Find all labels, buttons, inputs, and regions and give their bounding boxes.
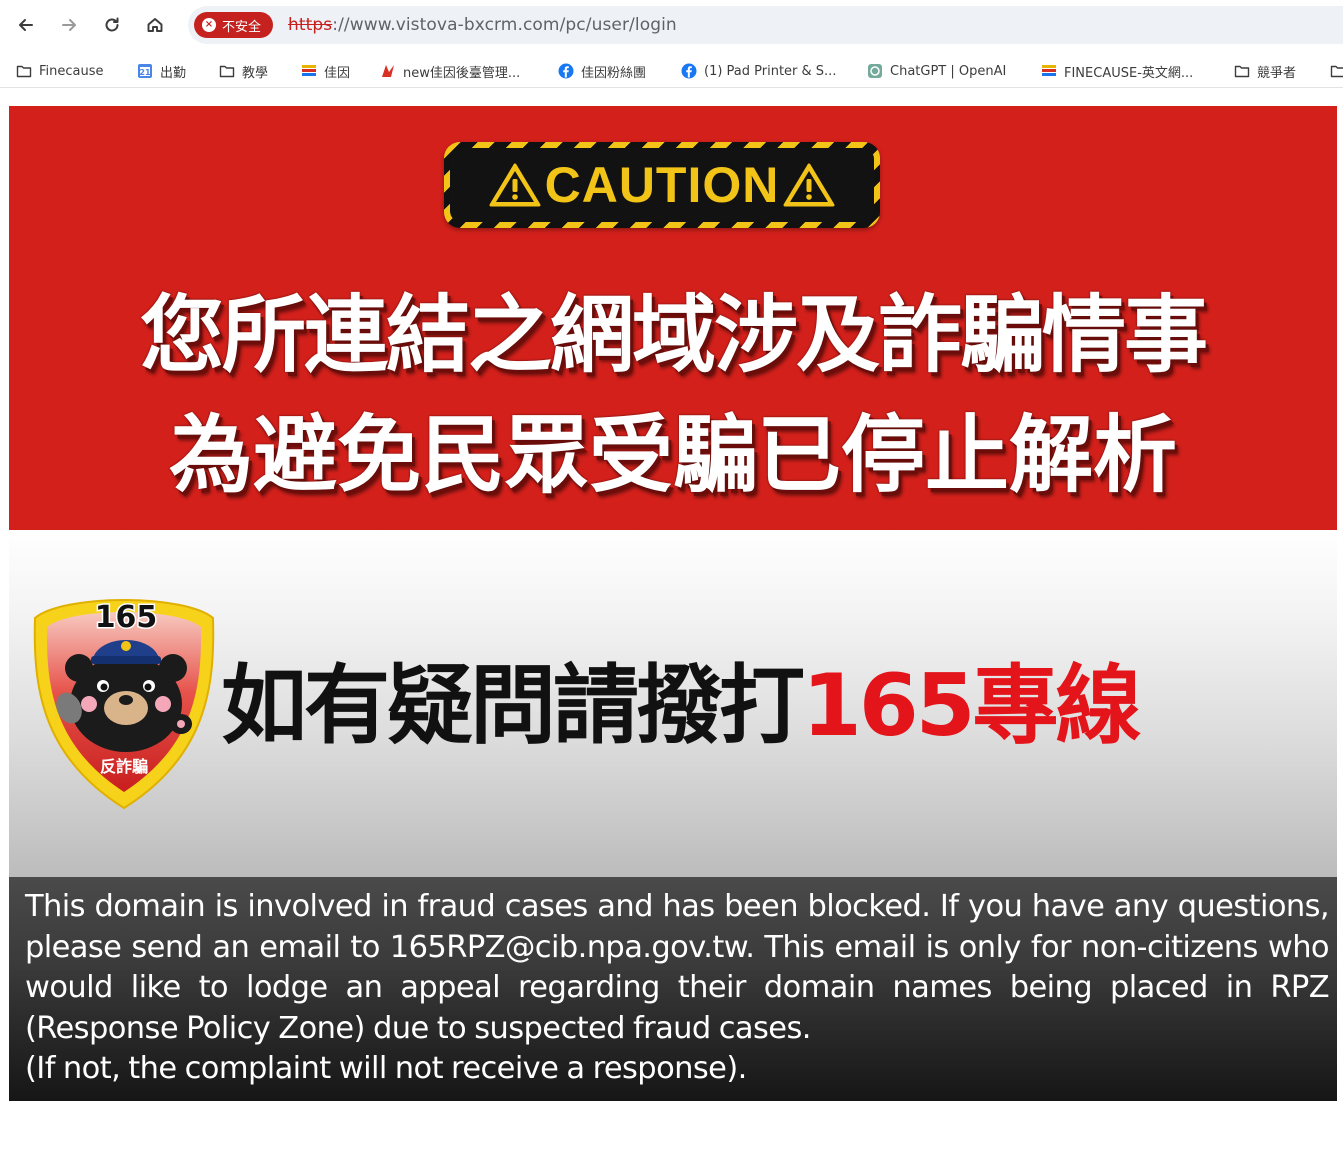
folder-icon: [16, 65, 32, 78]
caution-sign-inner: CAUTION: [450, 148, 874, 222]
warning-triangle-icon: [783, 163, 835, 207]
hotline-banner: 165 反詐騙 如有疑問請撥打165專線: [9, 530, 1337, 877]
bookmark-competitors[interactable]: 競爭者: [1234, 60, 1296, 82]
anti-fraud-165-badge: 165 反詐騙: [33, 599, 215, 810]
home-button[interactable]: [141, 11, 169, 39]
warning-headline-line1: 您所連結之網域涉及詐騙情事: [139, 286, 1208, 384]
arrow-right-icon: [62, 19, 76, 31]
english-notice-banner: This domain is involved in fraud cases a…: [9, 877, 1337, 1101]
chatgpt-icon: [868, 64, 882, 78]
notice-paragraph: This domain is involved in fraud cases a…: [25, 889, 1330, 1046]
bookmark-pad-printer[interactable]: (1) Pad Printer & S...: [681, 60, 836, 82]
forward-button[interactable]: [55, 11, 83, 39]
bookmark-fanpage[interactable]: 佳因粉絲團: [558, 60, 646, 82]
bookmark-label: 教學: [242, 65, 269, 81]
folder-icon: [219, 65, 235, 78]
address-bar[interactable]: × 不安全 https://www.vistova-bxcrm.com/pc/u…: [188, 6, 1343, 44]
bookmark-label: FINECAUSE-英文網...: [1064, 65, 1194, 81]
bookmark-admin[interactable]: new佳因後臺管理...: [380, 60, 520, 82]
notice-footnote: (If not, the complaint will not receive …: [25, 1051, 747, 1086]
folder-icon: [1234, 65, 1250, 78]
url-scheme: https: [288, 15, 333, 35]
warning-headline-line2: 為避免民眾受騙已停止解析: [168, 406, 1177, 504]
hotline-number: 165專線: [802, 656, 1142, 756]
hotline-prompt: 如有疑問請撥打: [221, 656, 805, 756]
home-icon: [147, 18, 163, 32]
svg-text:21: 21: [139, 68, 151, 77]
bookmark-finecause[interactable]: Finecause: [16, 60, 104, 82]
bookmark-label: new佳因後臺管理...: [403, 65, 521, 81]
bookmark-teaching[interactable]: 教學: [219, 60, 268, 82]
security-label: 不安全: [222, 19, 262, 35]
bookmark-label: 出勤: [160, 65, 187, 81]
flag-icon: [302, 65, 316, 76]
browser-toolbar: × 不安全 https://www.vistova-bxcrm.com/pc/u…: [0, 0, 1343, 50]
warning-dot-icon: ×: [202, 18, 216, 32]
arrow-left-icon: [19, 19, 33, 31]
bookmark-label: 佳因粉絲團: [581, 65, 647, 81]
bookmark-label: ChatGPT | OpenAI: [890, 63, 1007, 79]
bookmark-label: Finecause: [39, 63, 104, 79]
reload-icon: [105, 17, 119, 32]
bookmark-label: 佳因: [324, 65, 351, 81]
hotline-text: 如有疑問請撥打165專線: [221, 635, 1142, 760]
folder-icon: [1330, 65, 1343, 78]
facebook-icon: [681, 63, 697, 79]
bookmark-finecause-en[interactable]: FINECAUSE-英文網...: [1041, 60, 1193, 82]
caution-sign: CAUTION: [444, 142, 880, 228]
calendar-icon: 21: [138, 64, 152, 78]
bookmark-jiayin[interactable]: 佳因: [301, 60, 350, 82]
bookmark-attendance[interactable]: 21 出勤: [137, 60, 186, 82]
bookmark-label: (1) Pad Printer & S...: [704, 63, 837, 79]
blocked-page: CAUTION 您所連結之網域涉及詐騙情事 為避免民眾受騙已停止解析 165 反…: [9, 106, 1337, 1101]
url-path: ://www.vistova-bxcrm.com/pc/user/login: [332, 15, 677, 35]
bookmarks-bar: Finecause 21 出勤 教學 佳因 new佳因後臺管理... 佳因粉絲團…: [0, 54, 1343, 88]
warning-triangle-icon: [489, 163, 541, 207]
security-indicator[interactable]: × 不安全: [194, 12, 274, 38]
bookmark-overflow[interactable]: [1330, 60, 1343, 82]
badge-caption: 反詐騙: [100, 757, 148, 776]
bookmark-chatgpt[interactable]: ChatGPT | OpenAI: [867, 60, 1006, 82]
app-icon: [382, 65, 394, 77]
badge-number: 165: [95, 600, 158, 635]
caution-label: CAUTION: [544, 157, 780, 213]
flag-icon: [1042, 65, 1056, 76]
url-text[interactable]: https://www.vistova-bxcrm.com/pc/user/lo…: [288, 15, 677, 35]
bookmark-label: 競爭者: [1257, 65, 1297, 81]
reload-button[interactable]: [98, 11, 126, 39]
english-notice: This domain is involved in fraud cases a…: [25, 887, 1330, 1090]
facebook-icon: [558, 63, 574, 79]
warning-banner: CAUTION 您所連結之網域涉及詐騙情事 為避免民眾受騙已停止解析: [9, 106, 1337, 530]
back-button[interactable]: [12, 11, 40, 39]
